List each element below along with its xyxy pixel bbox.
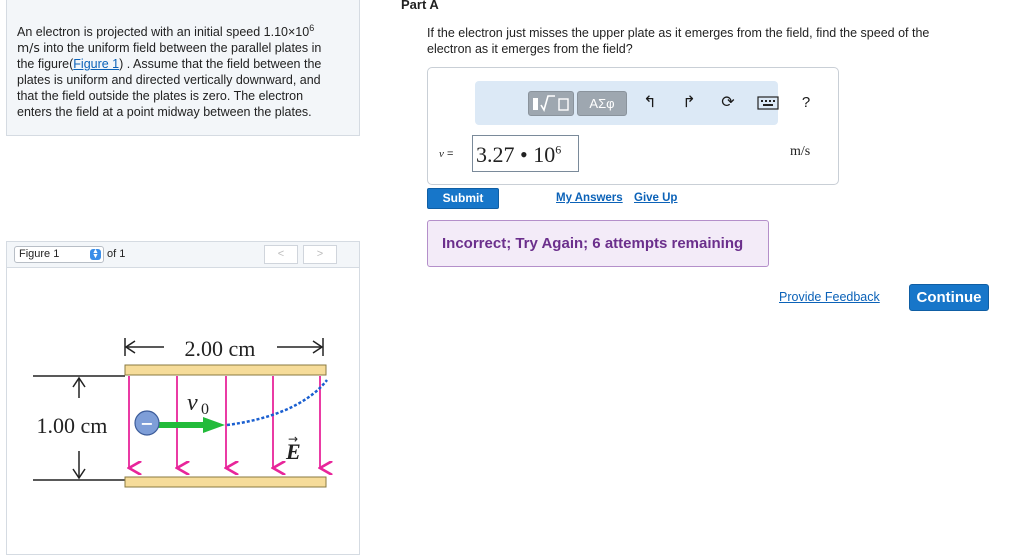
problem-line-5: that the field outside the plates is zer…: [17, 89, 304, 103]
figure-nav-bar: Figure 1 ▲ ▼ of 1 < >: [6, 241, 360, 268]
answer-input[interactable]: 3.27 • 106: [472, 135, 579, 172]
figure-select-value: Figure 1: [19, 248, 60, 260]
v0-subscript: 0: [201, 401, 209, 418]
figure-panel: 2.00 cm 1.00 cm − v 0 E →: [6, 268, 360, 555]
problem-line-2: into the uniform field between the paral…: [39, 41, 322, 55]
reset-icon[interactable]: ⟳: [718, 91, 738, 115]
redo-icon[interactable]: ↱: [679, 91, 699, 115]
upper-plate: [124, 364, 327, 376]
my-answers-link[interactable]: My Answers: [556, 192, 623, 204]
next-figure-button[interactable]: >: [303, 245, 337, 264]
undo-icon[interactable]: ↰: [640, 91, 660, 115]
answer-box: ΑΣφ ↰ ↱ ⟳ ? v = 3.27 • 106 m/s: [427, 67, 839, 185]
problem-text: An electron is projected with an initial…: [17, 22, 347, 120]
height-dimension: 1.00 cm: [33, 375, 125, 481]
answer-exponent: 6: [555, 142, 562, 157]
parallel-plates-diagram: 2.00 cm 1.00 cm − v 0 E →: [33, 336, 359, 488]
field-vector-arrow: →: [288, 432, 298, 446]
problem-line-3-post: ) . Assume that the field between the: [119, 57, 322, 71]
problem-line-6: enters the field at a point midway betwe…: [17, 105, 312, 119]
templates-icon: [533, 95, 569, 112]
greek-symbols-button[interactable]: ΑΣφ: [577, 91, 627, 116]
variable-label: v =: [439, 148, 453, 160]
velocity-arrowhead: [203, 417, 225, 433]
provide-feedback-link[interactable]: Provide Feedback: [779, 290, 880, 304]
figure-link[interactable]: Figure 1: [73, 57, 119, 71]
templates-button[interactable]: [528, 91, 574, 116]
figure-select[interactable]: Figure 1 ▲ ▼: [14, 246, 104, 263]
keyboard-icon[interactable]: [756, 91, 780, 115]
problem-line-1: An electron is projected with an initial…: [17, 25, 310, 39]
answer-unit: m/s: [790, 144, 811, 159]
equals-sign: =: [443, 148, 454, 160]
give-up-link[interactable]: Give Up: [634, 192, 677, 204]
answer-mantissa: 3.27: [476, 142, 515, 167]
part-title: Part A: [401, 0, 439, 12]
equation-toolbar: ΑΣφ ↰ ↱ ⟳ ?: [475, 81, 810, 125]
feedback-message: Incorrect; Try Again; 6 attempts remaini…: [427, 220, 769, 267]
problem-statement: An electron is projected with an initial…: [6, 0, 360, 136]
width-dimension: 2.00 cm: [124, 336, 324, 361]
figure-count: of 1: [107, 248, 126, 260]
electron-trajectory: [226, 379, 328, 427]
problem-line-4: plates is uniform and directed verticall…: [17, 73, 321, 87]
width-label: 2.00 cm: [185, 336, 256, 361]
continue-button[interactable]: Continue: [909, 284, 989, 311]
speed-unit: m/s: [17, 40, 40, 55]
select-arrows-icon: ▲ ▼: [90, 248, 101, 260]
v0-label: v: [187, 390, 198, 416]
help-icon[interactable]: ?: [796, 91, 816, 115]
answer-base: 10: [533, 142, 556, 167]
height-label: 1.00 cm: [37, 413, 108, 438]
question-text: If the electron just misses the upper pl…: [427, 26, 930, 56]
answer-dot: •: [514, 142, 534, 167]
prev-figure-button[interactable]: <: [264, 245, 298, 264]
speed-exponent: 6: [309, 22, 315, 33]
submit-button[interactable]: Submit: [427, 188, 499, 209]
problem-line-3-pre: the figure(: [17, 57, 74, 71]
lower-plate: [124, 476, 327, 488]
electron-charge-symbol: −: [140, 414, 153, 433]
